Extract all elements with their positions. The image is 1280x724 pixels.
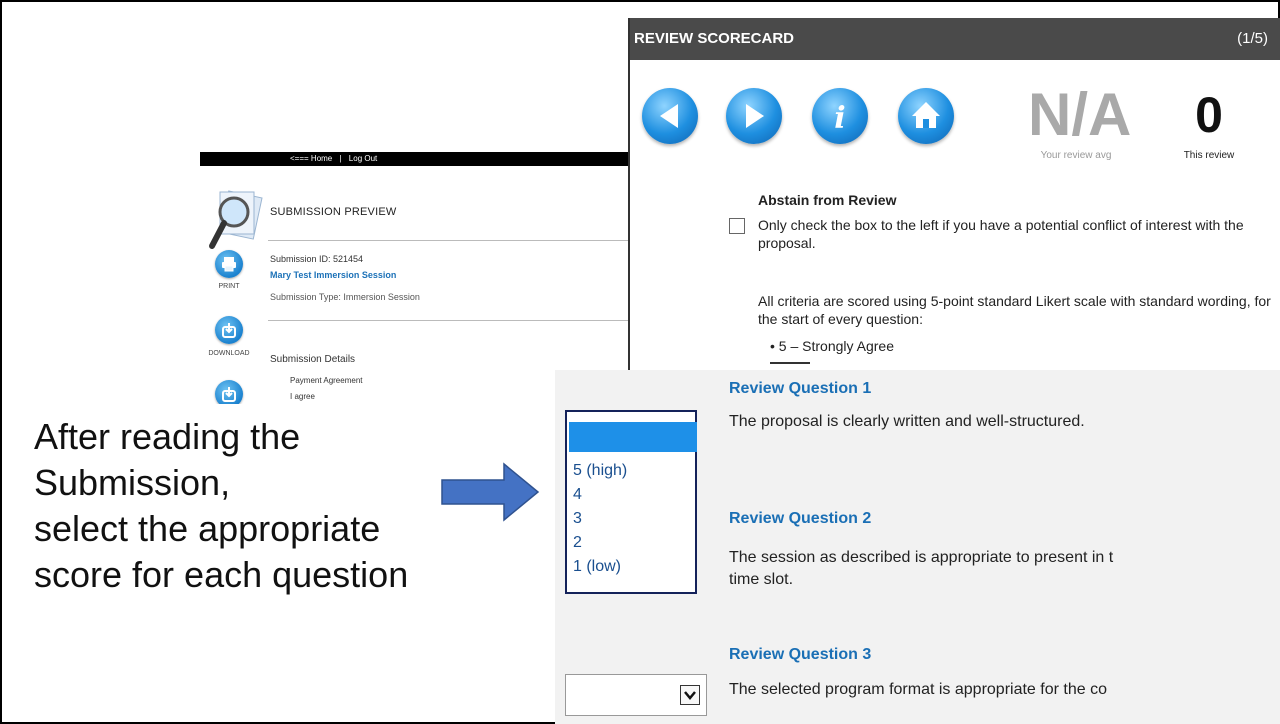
likert-note: All criteria are scored using 5-point st… [758,293,1271,327]
abstain-heading: Abstain from Review [758,192,897,208]
question-3-text: The selected program format is appropria… [729,681,1107,698]
review-questions-panel: Review Question 1 The proposal is clearl… [555,370,1280,724]
divider [268,320,640,321]
dropdown-highlighted-option[interactable] [569,422,697,452]
score-option[interactable]: 3 [573,510,582,528]
arrow-right-icon [746,104,764,128]
home-link[interactable]: <=== Home [290,154,332,163]
download-button[interactable] [215,316,243,344]
score-option[interactable]: 5 (high) [573,462,627,480]
info-icon: i [834,101,845,136]
print-label: PRINT [218,283,240,290]
download-icon [222,323,236,338]
abstain-note: Only check the box to the left if you ha… [758,217,1244,251]
this-review-label: This review [1183,150,1235,161]
question-1-title: Review Question 1 [729,380,872,397]
home-icon [912,102,940,128]
caption-line: score for each question [34,554,409,595]
printer-icon [222,257,236,272]
submission-preview-panel: <=== Home | Log Out SUBMISSION PREVIEW P… [200,152,640,404]
payment-agreement-label: Payment Agreement [290,376,363,385]
question-1-text: The proposal is clearly written and well… [729,413,1085,430]
question-3-score-select[interactable] [565,674,707,716]
submission-preview-title: SUBMISSION PREVIEW [270,206,397,218]
info-button[interactable]: i [812,88,868,144]
logout-link[interactable]: Log Out [349,154,377,163]
download-button-2[interactable] [215,380,243,404]
magnifier-document-icon [209,190,263,249]
question-2-text-cont: time slot. [729,571,794,588]
payment-agreement-value: I agree [290,392,315,401]
this-review-score: 0 [1195,87,1223,143]
question-3-title: Review Question 3 [729,646,872,663]
scorecard-header: REVIEW SCORECARD (1/5) [630,18,1280,60]
download-label: DOWNLOAD [208,350,250,357]
caption-line: After reading the [34,416,301,457]
scorecard-title: REVIEW SCORECARD [634,30,795,47]
likert-bullet-cutoff [770,360,830,364]
download-icon [222,387,236,402]
svg-text:i: i [834,101,845,136]
next-button[interactable] [726,88,782,144]
submission-name-link[interactable]: Mary Test Immersion Session [270,270,396,280]
divider [268,240,640,241]
review-scorecard-panel: REVIEW SCORECARD (1/5) i N/A Your review… [628,18,1280,370]
previous-button[interactable] [642,88,698,144]
score-option[interactable]: 2 [573,534,582,552]
arrow-right-annotation-icon [441,462,540,522]
scorecard-count: (1/5) [1237,30,1268,47]
score-option[interactable]: 4 [573,486,582,504]
submission-topbar: <=== Home | Log Out [200,152,640,166]
topbar-separator: | [339,154,342,163]
score-option[interactable]: 1 (low) [573,558,621,576]
abstain-checkbox[interactable] [729,218,745,234]
question-2-title: Review Question 2 [729,510,872,527]
chevron-down-icon[interactable] [680,685,700,705]
print-button[interactable] [215,250,243,278]
score-dropdown-list[interactable]: 5 (high) 4 3 2 1 (low) [565,410,697,594]
submission-id: Submission ID: 521454 [270,254,364,264]
question-2-text: The session as described is appropriate … [729,549,1114,566]
review-average-label: Your review avg [1040,150,1112,161]
likert-bullet: • 5 – Strongly Agree [770,338,894,354]
submission-details-heading: Submission Details [270,354,356,365]
home-button[interactable] [898,88,954,144]
arrow-left-icon [660,104,678,128]
review-average-value: N/A [1028,81,1132,148]
submission-type: Submission Type: Immersion Session [270,292,420,302]
